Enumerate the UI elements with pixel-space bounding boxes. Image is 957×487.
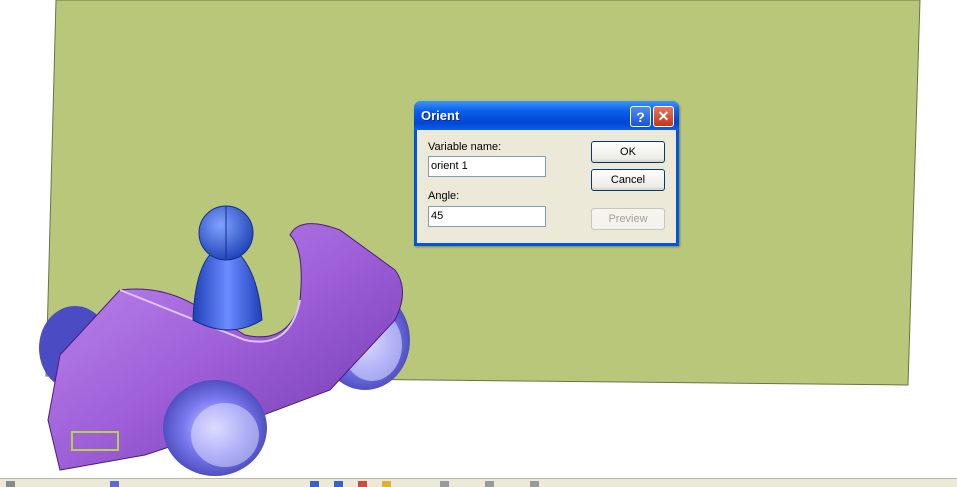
preview-button[interactable]: Preview <box>591 208 665 230</box>
toolbar-icon[interactable] <box>382 481 391 487</box>
dialog-titlebar[interactable]: Orient ? ✕ <box>414 101 679 130</box>
toolbar-icon[interactable] <box>530 481 539 487</box>
toolbar-icon[interactable] <box>334 481 343 487</box>
toolbar-icon[interactable] <box>485 481 494 487</box>
toolbar-icon[interactable] <box>310 481 319 487</box>
close-icon[interactable]: ✕ <box>653 106 674 127</box>
toolbar-icon[interactable] <box>440 481 449 487</box>
variable-name-input[interactable]: orient 1 <box>428 156 546 177</box>
variable-name-label: Variable name: <box>428 141 502 153</box>
help-icon[interactable]: ? <box>630 106 651 127</box>
toolbar-icon[interactable] <box>110 481 119 487</box>
angle-label: Angle: <box>428 190 460 202</box>
angle-input[interactable]: 45 <box>428 206 546 227</box>
orient-dialog: Orient ? ✕ Variable name: orient 1 Angle… <box>414 101 679 246</box>
dialog-body: Variable name: orient 1 Angle: 45 OK Can… <box>417 130 676 243</box>
toolbar-icon[interactable] <box>6 481 15 487</box>
cancel-button[interactable]: Cancel <box>591 169 665 191</box>
dialog-title: Orient <box>421 108 460 123</box>
ok-button[interactable]: OK <box>591 141 665 163</box>
toolbar-icon[interactable] <box>358 481 367 487</box>
